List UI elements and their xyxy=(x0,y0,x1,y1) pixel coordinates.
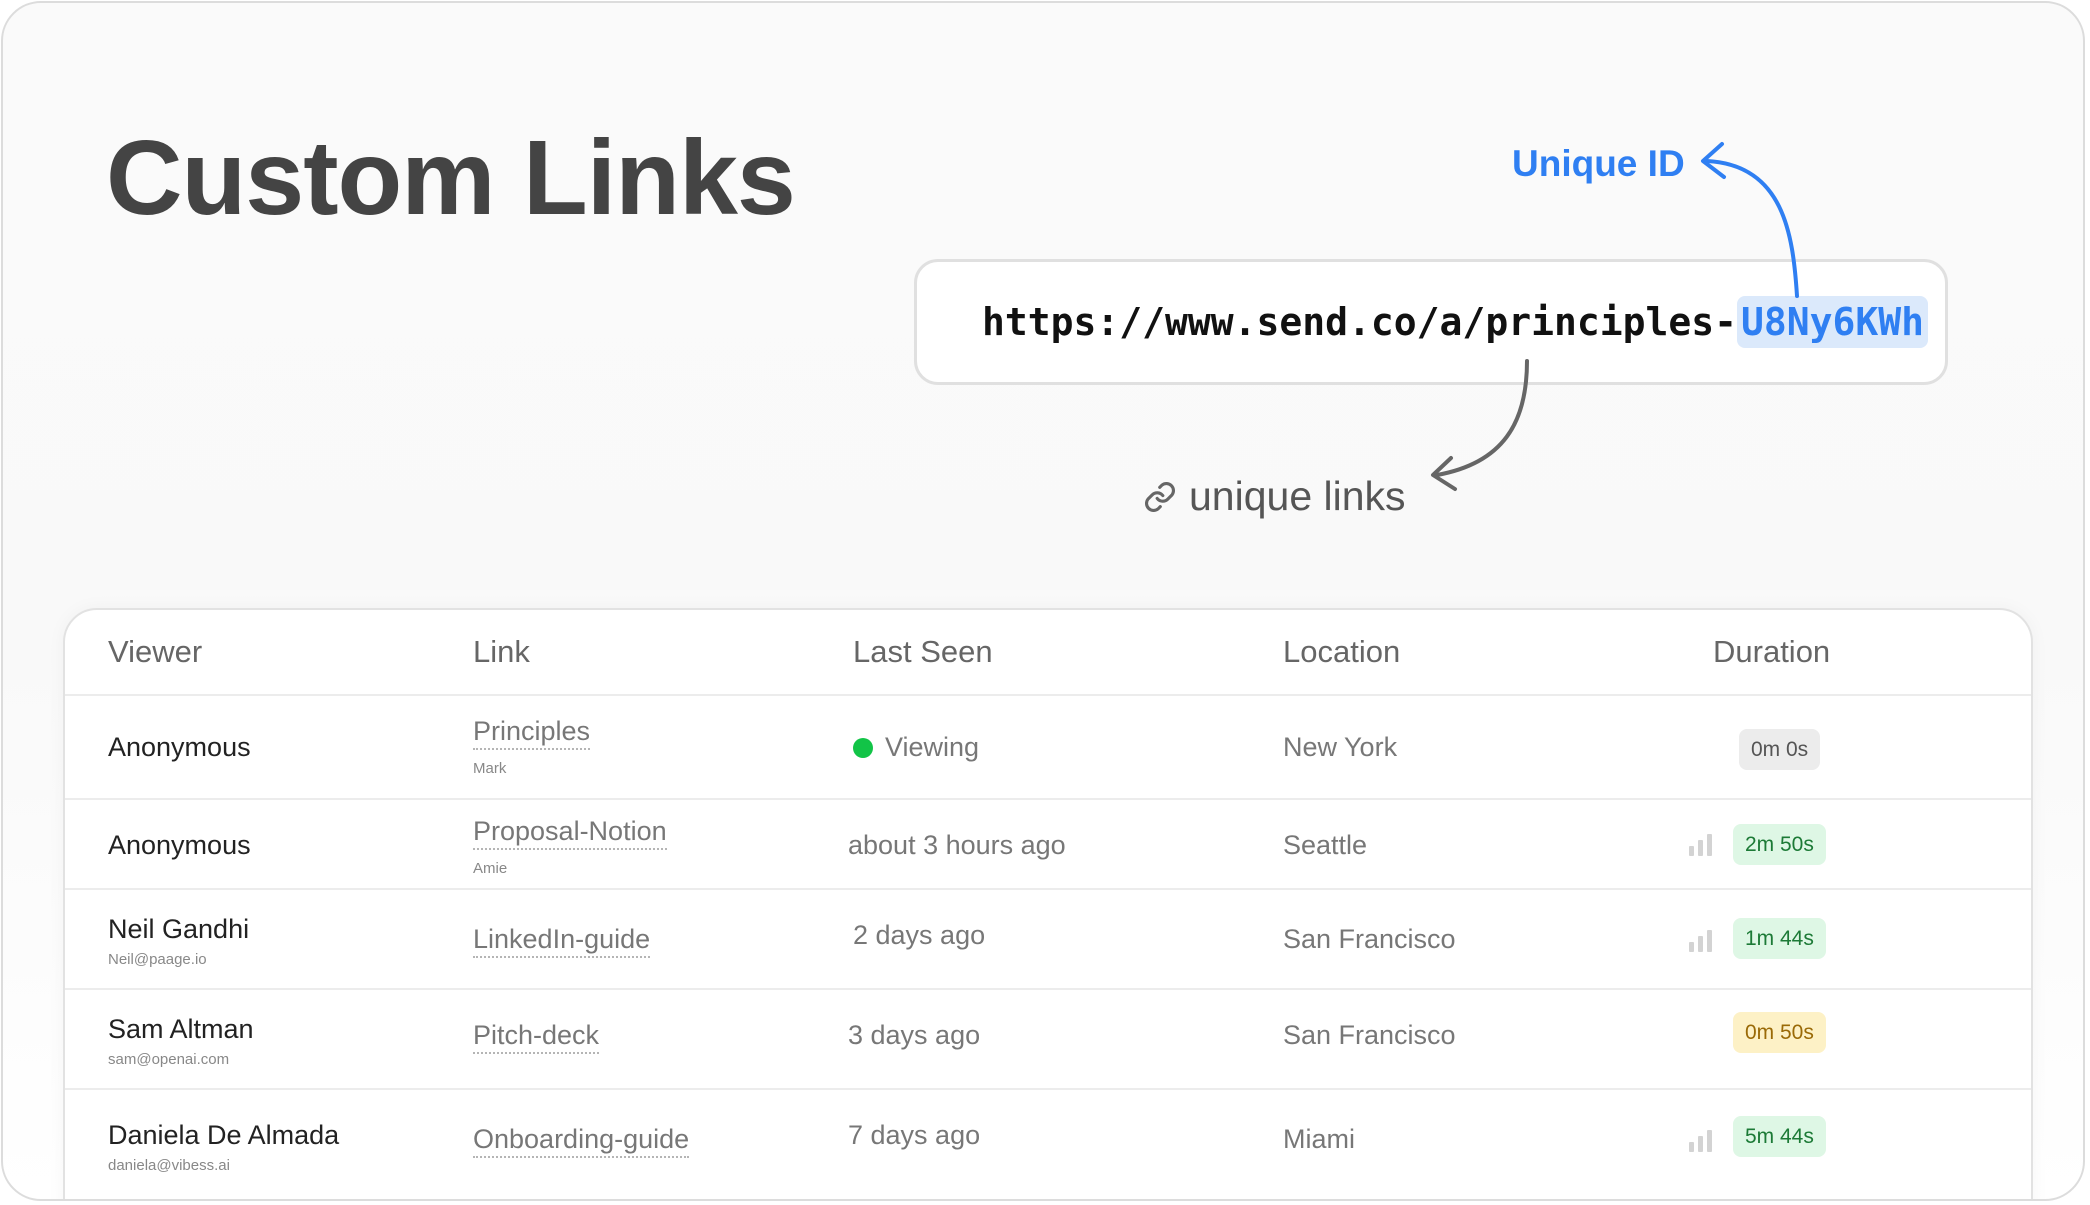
link-cell: Pitch-deck xyxy=(473,1020,600,1054)
table-row[interactable]: Neil Gandhi Neil@paage.io LinkedIn-guide… xyxy=(65,890,2031,990)
url-display-box: https://www.send.co/a/principles- U8Ny6KW… xyxy=(914,259,1948,385)
table-row[interactable]: Sam Altman sam@openai.com Pitch-deck 3 d… xyxy=(65,990,2031,1090)
location-cell: Seattle xyxy=(1283,830,1368,860)
table-row[interactable]: Anonymous Proposal-Notion Amie about 3 h… xyxy=(65,800,2031,890)
table-header: Viewer Link Last Seen Location Duration xyxy=(65,610,2031,696)
link-cell: Proposal-Notion Amie xyxy=(473,816,667,877)
link-name[interactable]: Proposal-Notion xyxy=(473,816,667,850)
duration-badge: 5m 44s xyxy=(1733,1116,1826,1157)
location-cell: Miami xyxy=(1283,1124,1355,1154)
table-row[interactable]: Anonymous Principles Mark Viewing New Yo… xyxy=(65,694,2031,800)
link-cell: Onboarding-guide xyxy=(473,1124,690,1158)
viewer-cell: Neil Gandhi Neil@paage.io xyxy=(108,914,249,968)
link-name[interactable]: Onboarding-guide xyxy=(473,1124,690,1158)
link-name[interactable]: Pitch-deck xyxy=(473,1020,600,1054)
viewer-email: daniela@vibess.ai xyxy=(108,1157,230,1174)
viewing-status-dot xyxy=(853,738,873,758)
feature-card: Custom Links Unique ID https://www.send.… xyxy=(1,1,2085,1201)
link-owner: Mark xyxy=(473,760,507,777)
location-cell: San Francisco xyxy=(1283,1020,1456,1050)
link-name[interactable]: LinkedIn-guide xyxy=(473,924,651,958)
link-name[interactable]: Principles xyxy=(473,716,591,750)
duration-badge: 2m 50s xyxy=(1733,824,1826,865)
viewer-cell: Anonymous xyxy=(108,830,251,861)
link-icon xyxy=(1145,481,1175,512)
link-cell: LinkedIn-guide xyxy=(473,924,651,958)
column-header-last-seen[interactable]: Last Seen xyxy=(853,634,993,670)
unique-links-annotation: unique links xyxy=(1143,473,1406,520)
viewer-name: Anonymous xyxy=(108,732,251,762)
viewer-name: Neil Gandhi xyxy=(108,914,250,944)
engagement-bars-icon xyxy=(1689,930,1715,952)
location-cell: San Francisco xyxy=(1283,924,1456,954)
column-header-duration[interactable]: Duration xyxy=(1713,634,1830,670)
viewer-table: Viewer Link Last Seen Location Duration … xyxy=(63,608,2033,1199)
last-seen-cell: 3 days ago xyxy=(848,1020,981,1050)
viewer-cell: Daniela De Almada daniela@vibess.ai xyxy=(108,1120,339,1174)
unique-id-annotation: Unique ID xyxy=(1512,143,1685,184)
column-header-viewer[interactable]: Viewer xyxy=(108,634,202,670)
url-base-text: https://www.send.co/a/principles- xyxy=(982,300,1737,344)
location-cell: New York xyxy=(1283,732,1398,762)
unique-id-arrowhead xyxy=(1701,142,1726,179)
viewer-name: Sam Altman xyxy=(108,1014,254,1044)
link-owner: Amie xyxy=(473,860,508,877)
unique-links-label: unique links xyxy=(1189,473,1406,519)
viewer-email: sam@openai.com xyxy=(108,1051,230,1068)
column-header-location[interactable]: Location xyxy=(1283,634,1400,670)
last-seen-cell: about 3 hours ago xyxy=(848,830,1066,860)
viewer-name: Daniela De Almada xyxy=(108,1120,340,1150)
table-row[interactable]: Daniela De Almada daniela@vibess.ai Onbo… xyxy=(65,1090,2031,1199)
viewer-cell: Sam Altman sam@openai.com xyxy=(108,1014,254,1068)
duration-badge: 0m 0s xyxy=(1739,729,1821,770)
duration-badge: 1m 44s xyxy=(1733,918,1826,959)
last-seen-cell: Viewing xyxy=(853,732,979,763)
viewer-cell: Anonymous xyxy=(108,732,251,763)
link-cell: Principles Mark xyxy=(473,716,591,777)
engagement-bars-icon xyxy=(1689,1130,1715,1152)
page-title: Custom Links xyxy=(106,119,796,237)
last-seen-cell: 7 days ago xyxy=(848,1120,981,1150)
unique-links-arrowhead xyxy=(1431,456,1457,491)
duration-badge: 0m 50s xyxy=(1733,1012,1826,1053)
last-seen-cell: 2 days ago xyxy=(853,920,986,950)
engagement-bars-icon xyxy=(1689,834,1715,856)
last-seen-text: Viewing xyxy=(885,732,980,762)
viewer-name: Anonymous xyxy=(108,830,251,860)
url-unique-id: U8Ny6KWh xyxy=(1736,296,1929,348)
column-header-link[interactable]: Link xyxy=(473,634,530,670)
viewer-email: Neil@paage.io xyxy=(108,951,207,968)
